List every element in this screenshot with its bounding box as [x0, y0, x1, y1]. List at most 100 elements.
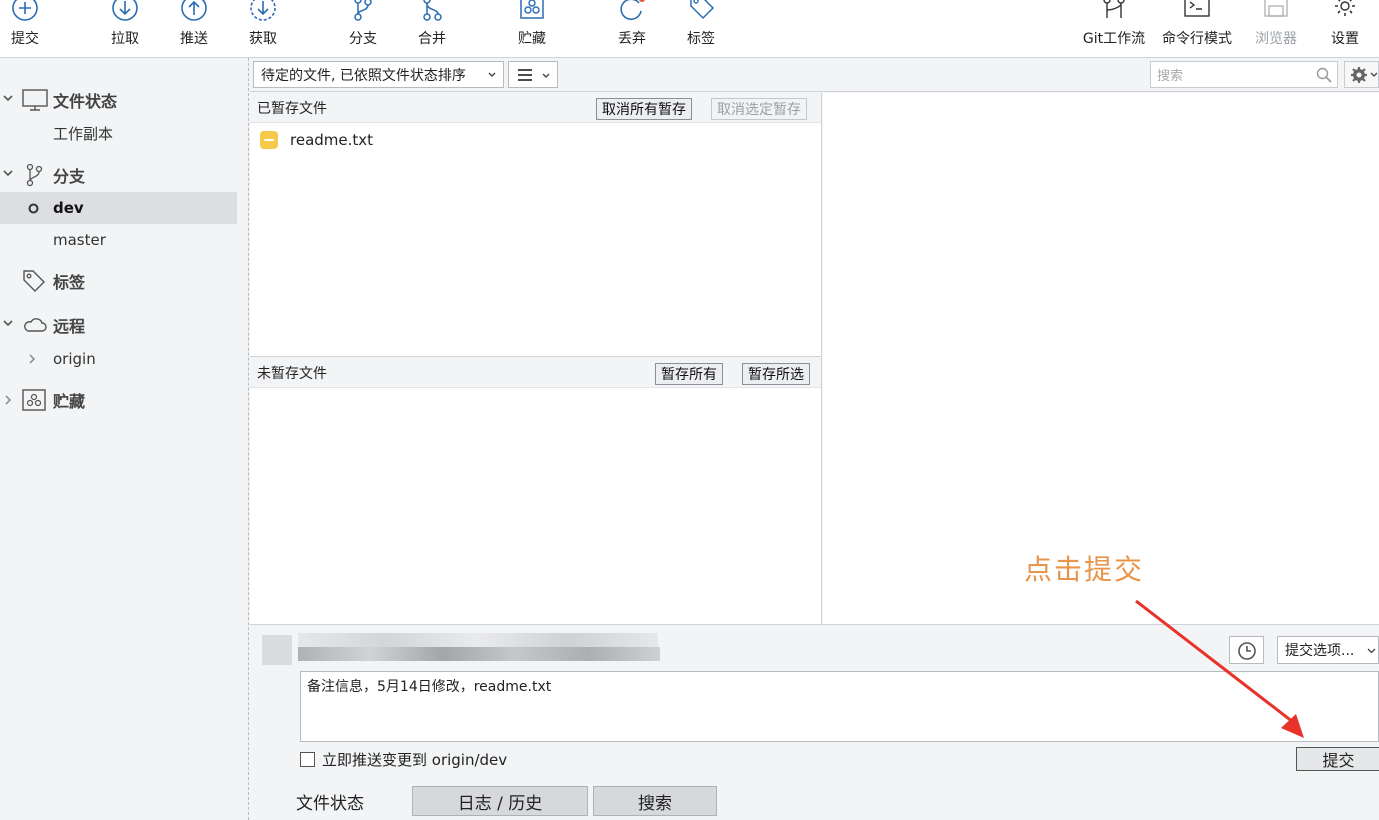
staged-files-title: 已暂存文件 [257, 100, 327, 117]
unstage-selected-button[interactable]: 取消选定暂存 [711, 98, 807, 120]
branch-icon [26, 163, 43, 187]
sidebar-section-tags[interactable]: 标签 [0, 265, 237, 297]
tag-toolbar-button[interactable]: 标签 [680, 0, 722, 58]
unstage-all-button[interactable]: 取消所有暂存 [596, 98, 692, 120]
git-flow-icon [1103, 0, 1125, 18]
commit-message-input[interactable]: 备注信息，5月14日修改，readme.txt [300, 671, 1379, 742]
discard-refresh-icon [620, 0, 645, 20]
chevron-down-icon[interactable] [2, 92, 14, 104]
sidebar-tags-label: 标签 [53, 273, 86, 292]
discard-toolbar-button[interactable]: 丢弃 [611, 0, 653, 58]
push-toolbar-button[interactable]: 推送 [173, 0, 215, 58]
unstage-all-label: 取消所有暂存 [602, 102, 686, 118]
sidebar-branch-dev-label: dev [53, 199, 84, 217]
chevron-right-icon[interactable] [27, 353, 37, 365]
sidebar: 文件状态 工作副本 分支 dev master 标签 远程 origin 贮藏 [0, 58, 249, 820]
sidebar-item-branch-dev[interactable]: dev [0, 192, 237, 224]
branch-toolbar-button[interactable]: 分支 [342, 0, 384, 58]
tab-log-history-label: 日志 / 历史 [457, 793, 543, 814]
terminal-toolbar-button[interactable]: 命令行模式 [1158, 0, 1236, 58]
unstage-selected-label: 取消选定暂存 [717, 102, 801, 118]
unstaged-files-header: 未暂存文件 暂存所有 暂存所选 [250, 358, 821, 388]
push-immediately-label: 立即推送变更到 origin/dev [322, 750, 508, 769]
staged-file-name: readme.txt [290, 131, 374, 149]
pull-toolbar-button[interactable]: 拉取 [104, 0, 146, 58]
sidebar-item-branch-master[interactable]: master [0, 224, 237, 256]
commit-area: 提交选项... 备注信息，5月14日修改，readme.txt 立即推送变更到 … [250, 624, 1379, 786]
chevron-down-icon [488, 72, 496, 77]
fetch-toolbar-label: 获取 [249, 31, 277, 47]
tab-log-history[interactable]: 日志 / 历史 [412, 786, 588, 816]
pull-toolbar-label: 拉取 [111, 31, 139, 47]
stage-selected-button[interactable]: 暂存所选 [742, 363, 810, 385]
list-view-icon [518, 69, 532, 81]
merge-toolbar-label: 合并 [418, 31, 446, 47]
sidebar-section-file-status[interactable]: 文件状态 [0, 84, 237, 116]
terminal-icon [1184, 0, 1210, 17]
chevron-down-icon [1370, 72, 1378, 77]
sidebar-branches-label: 分支 [53, 167, 86, 186]
monitor-icon [22, 89, 48, 111]
sidebar-remote-origin-label: origin [53, 350, 96, 368]
push-immediately-option[interactable]: 立即推送变更到 origin/dev [300, 749, 507, 769]
stash-toolbar-label: 贮藏 [518, 31, 546, 47]
chevron-down-icon[interactable] [2, 167, 14, 179]
settings-toolbar-button[interactable]: 设置 [1324, 0, 1366, 58]
file-sort-select[interactable]: 待定的文件, 已依照文件状态排序 [253, 61, 504, 88]
current-branch-dot-icon [28, 203, 39, 214]
git-flow-toolbar-label: Git工作流 [1082, 31, 1146, 47]
tab-file-status[interactable]: 文件状态 [256, 786, 404, 816]
modified-file-icon [260, 131, 278, 149]
browser-toolbar-label: 浏览器 [1255, 31, 1297, 47]
filter-bar: 待定的文件, 已依照文件状态排序 搜索 [250, 58, 1379, 92]
sidebar-item-remote-origin[interactable]: origin [0, 343, 237, 375]
stash-toolbar-button[interactable]: 贮藏 [511, 0, 553, 58]
search-input[interactable]: 搜索 [1150, 61, 1338, 88]
view-mode-button[interactable] [508, 61, 558, 88]
author-info-blurred [298, 633, 658, 647]
commit-plus-icon [12, 0, 38, 21]
settings-gear-icon [1335, 0, 1355, 16]
search-placeholder: 搜索 [1157, 69, 1184, 84]
fetch-toolbar-button[interactable]: 获取 [242, 0, 284, 58]
terminal-toolbar-label: 命令行模式 [1162, 31, 1232, 47]
sidebar-section-branches[interactable]: 分支 [0, 159, 237, 191]
commit-message-text: 备注信息，5月14日修改，readme.txt [307, 679, 552, 695]
chevron-down-icon[interactable] [2, 317, 14, 329]
discard-toolbar-label: 丢弃 [618, 31, 646, 47]
bottom-tabs: 文件状态 日志 / 历史 搜索 [250, 786, 1379, 820]
gear-icon [1351, 67, 1367, 83]
sidebar-item-working-copy[interactable]: 工作副本 [0, 117, 237, 149]
tab-search-label: 搜索 [638, 793, 672, 814]
stage-all-label: 暂存所有 [661, 367, 717, 383]
sidebar-section-remotes[interactable]: 远程 [0, 309, 237, 341]
commit-toolbar-label: 提交 [11, 31, 39, 47]
toolbar: 提交 拉取 推送 获取 分支 合并 贮藏 丢弃 标签 Git工作流 命令行模式 … [0, 0, 1379, 58]
sidebar-stashes-label: 贮藏 [53, 392, 86, 411]
commit-options-select[interactable]: 提交选项... [1277, 636, 1379, 664]
chevron-down-icon [1367, 648, 1376, 654]
staged-files-header: 已暂存文件 取消所有暂存 取消选定暂存 [250, 93, 821, 123]
chevron-down-icon [542, 73, 550, 78]
merge-toolbar-button[interactable]: 合并 [411, 0, 453, 58]
unstaged-files-title: 未暂存文件 [257, 365, 327, 382]
chevron-right-icon[interactable] [3, 394, 13, 406]
tab-search[interactable]: 搜索 [593, 786, 717, 816]
branch-toolbar-label: 分支 [349, 31, 377, 47]
commit-button-label: 提交 [1322, 751, 1355, 770]
sourcetree-window: 提交 拉取 推送 获取 分支 合并 贮藏 丢弃 标签 Git工作流 命令行模式 … [0, 0, 1379, 820]
staged-files-pane: 已暂存文件 取消所有暂存 取消选定暂存 readme.txt [250, 93, 822, 357]
git-flow-toolbar-button[interactable]: Git工作流 [1080, 0, 1148, 58]
commit-toolbar-button[interactable]: 提交 [4, 0, 46, 58]
tag-toolbar-label: 标签 [687, 31, 715, 47]
push-immediately-checkbox[interactable] [300, 751, 315, 767]
commit-button[interactable]: 提交 [1296, 747, 1379, 771]
pull-arrow-down-icon [112, 0, 138, 21]
stage-all-button[interactable]: 暂存所有 [655, 363, 723, 385]
tag-icon [690, 0, 715, 20]
sidebar-section-stashes[interactable]: 贮藏 [0, 384, 237, 416]
commit-history-button[interactable] [1229, 636, 1264, 664]
avatar [262, 635, 292, 665]
staged-file-row[interactable]: readme.txt [260, 129, 373, 151]
options-gear-button[interactable] [1344, 61, 1379, 88]
